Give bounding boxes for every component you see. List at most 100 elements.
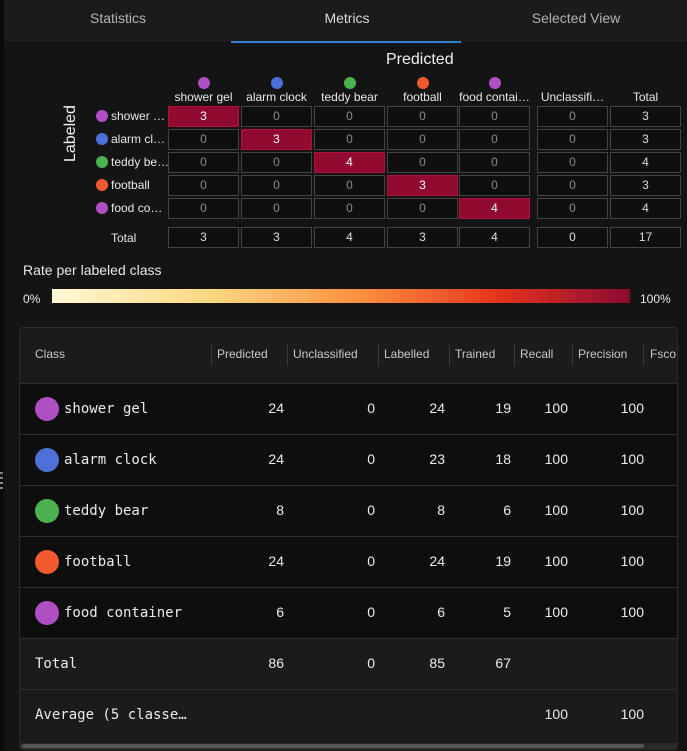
column-header[interactable]: Class (35, 328, 65, 380)
matrix-total-cell: 4 (314, 227, 385, 248)
column-header[interactable]: Fsco (650, 328, 676, 380)
tab-statistics[interactable]: Statistics (4, 0, 232, 42)
column-color-dot (417, 77, 429, 89)
matrix-cell[interactable]: 3 (610, 106, 681, 127)
matrix-cell[interactable]: 0 (168, 175, 239, 196)
column-separator[interactable] (572, 344, 573, 366)
matrix-cell[interactable]: 0 (387, 152, 458, 173)
metric-value: 100 (544, 451, 568, 467)
matrix-cell[interactable]: 0 (241, 106, 312, 127)
column-separator[interactable] (514, 344, 515, 366)
column-header[interactable]: Unclassified (293, 328, 358, 380)
average-row: Average (5 classe… 100 100 (20, 689, 677, 740)
matrix-cell[interactable]: 3 (241, 129, 312, 150)
column-separator[interactable] (211, 344, 212, 366)
metric-value: 100 (620, 706, 644, 722)
tab-selected-view[interactable]: Selected View (462, 0, 687, 42)
matrix-cell[interactable]: 4 (459, 198, 530, 219)
matrix-cell[interactable]: 0 (387, 106, 458, 127)
matrix-cell[interactable]: 0 (537, 129, 608, 150)
column-separator[interactable] (449, 344, 450, 366)
metric-value: 86 (268, 655, 284, 671)
metric-value: 24 (268, 400, 284, 416)
matrix-cell[interactable]: 0 (537, 152, 608, 173)
matrix-cell[interactable]: 0 (168, 152, 239, 173)
table-row[interactable]: football 24 0 24 19 100 100 (20, 536, 677, 587)
matrix-cell[interactable]: 0 (168, 198, 239, 219)
row-header-label: shower … (111, 109, 166, 123)
metric-value: 100 (620, 451, 644, 467)
metric-value: 0 (367, 655, 375, 671)
column-header[interactable]: Labelled (384, 328, 429, 380)
metric-value: 6 (503, 502, 511, 518)
horizontal-scrollbar[interactable] (20, 743, 677, 749)
metric-value: 67 (495, 655, 511, 671)
matrix-cell[interactable]: 4 (610, 198, 681, 219)
column-header[interactable]: Trained (455, 328, 495, 380)
matrix-cell[interactable]: 0 (459, 152, 530, 173)
matrix-cell[interactable]: 3 (610, 129, 681, 150)
matrix-cell[interactable]: 0 (314, 106, 385, 127)
total-label: Total (35, 656, 78, 672)
metric-value: 100 (620, 502, 644, 518)
column-header-label: football (403, 90, 442, 104)
matrix-cell[interactable]: 4 (314, 152, 385, 173)
table-row[interactable]: alarm clock 24 0 23 18 100 100 (20, 434, 677, 485)
matrix-cell[interactable]: 0 (168, 129, 239, 150)
column-header[interactable]: Recall (520, 328, 553, 380)
predicted-axis-title: Predicted (386, 51, 454, 68)
metric-value: 6 (276, 604, 284, 620)
column-header[interactable]: Precision (578, 328, 627, 380)
class-name: teddy bear (64, 503, 149, 519)
matrix-cell[interactable]: 3 (610, 175, 681, 196)
column-separator[interactable] (378, 344, 379, 366)
tab-metrics[interactable]: Metrics (232, 0, 462, 42)
rate-legend-max: 100% (640, 292, 671, 306)
metric-value: 0 (367, 400, 375, 416)
labeled-axis-title: Labeled (62, 105, 79, 162)
matrix-cell[interactable]: 3 (387, 175, 458, 196)
matrix-cell[interactable]: 0 (314, 198, 385, 219)
row-color-dot (96, 202, 108, 214)
column-separator[interactable] (643, 344, 644, 366)
matrix-cell[interactable]: 0 (314, 129, 385, 150)
class-name: football (64, 554, 132, 570)
matrix-cell[interactable]: 0 (241, 152, 312, 173)
matrix-cell[interactable]: 3 (168, 106, 239, 127)
metric-value: 100 (544, 400, 568, 416)
matrix-cell[interactable]: 0 (387, 129, 458, 150)
class-color-dot (35, 601, 59, 625)
row-color-dot (96, 110, 108, 122)
table-row[interactable]: shower gel 24 0 24 19 100 100 (20, 383, 677, 434)
column-header[interactable]: Predicted (217, 328, 268, 380)
matrix-cell[interactable]: 0 (241, 198, 312, 219)
matrix-total-cell: 17 (610, 227, 681, 248)
matrix-cell[interactable]: 0 (387, 198, 458, 219)
matrix-cell[interactable]: 0 (537, 198, 608, 219)
row-header-label: alarm cl… (111, 132, 166, 146)
matrix-cell[interactable]: 0 (314, 175, 385, 196)
rate-color-scale (52, 289, 630, 303)
row-color-dot (96, 133, 108, 145)
metric-value: 5 (503, 604, 511, 620)
matrix-cell[interactable]: 0 (459, 175, 530, 196)
column-header-label: food contai… (459, 90, 530, 104)
metric-value: 24 (429, 400, 445, 416)
column-separator[interactable] (287, 344, 288, 366)
table-row[interactable]: teddy bear 8 0 8 6 100 100 (20, 485, 677, 536)
matrix-cell[interactable]: 4 (610, 152, 681, 173)
metric-value: 19 (495, 400, 511, 416)
row-header-label: teddy be… (111, 155, 170, 169)
table-row[interactable]: food container 6 0 6 5 100 100 (20, 587, 677, 638)
metric-value: 0 (367, 604, 375, 620)
column-color-dot (344, 77, 356, 89)
metric-value: 100 (620, 604, 644, 620)
matrix-cell[interactable]: 0 (241, 175, 312, 196)
matrix-cell[interactable]: 0 (537, 175, 608, 196)
column-color-dot (271, 77, 283, 89)
average-label: Average (5 classe… (35, 707, 187, 723)
class-name: shower gel (64, 401, 149, 417)
matrix-cell[interactable]: 0 (537, 106, 608, 127)
matrix-cell[interactable]: 0 (459, 129, 530, 150)
matrix-cell[interactable]: 0 (459, 106, 530, 127)
